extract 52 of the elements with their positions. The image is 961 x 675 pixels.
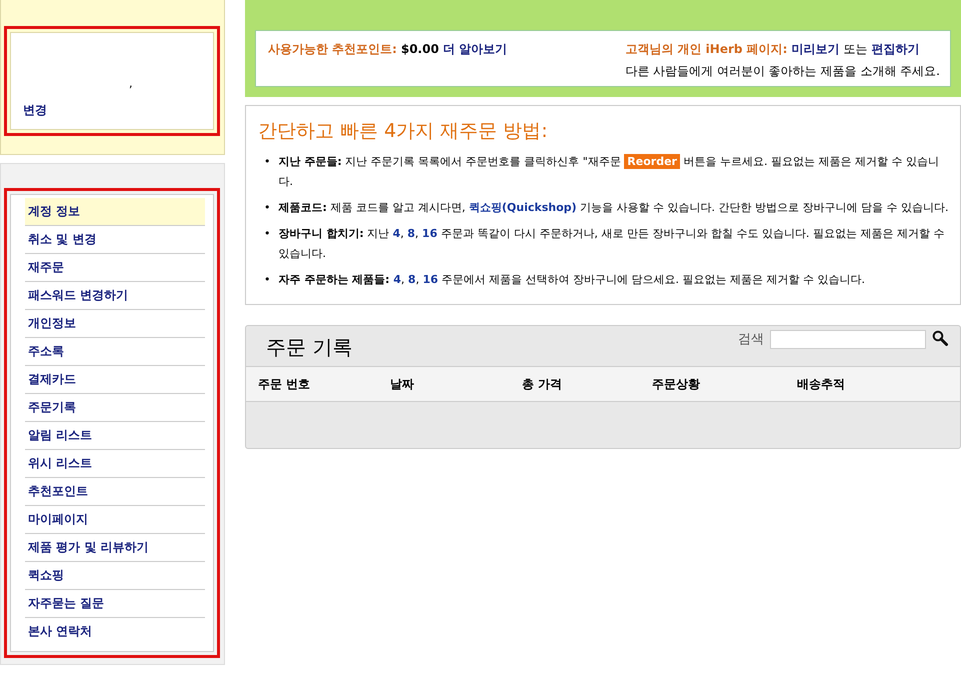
- nav-item[interactable]: 재주문: [25, 254, 205, 282]
- search-label: 검색: [738, 331, 764, 348]
- nav-item[interactable]: 주문기록: [25, 394, 205, 422]
- tip-link[interactable]: 4: [393, 273, 402, 286]
- reorder-title: 간단하고 빠른 4가지 재주문 방법:: [258, 119, 549, 144]
- nav-item[interactable]: 위시 리스트: [25, 450, 205, 478]
- nav-item[interactable]: 취소 및 변경: [25, 226, 205, 254]
- column-header: 주문상황: [652, 376, 701, 392]
- nav-item[interactable]: 결제카드: [25, 366, 205, 394]
- rewards-amount: $0.00: [400, 42, 439, 56]
- tip-link[interactable]: 16: [422, 273, 438, 286]
- search-icon[interactable]: [932, 330, 948, 346]
- nav-item[interactable]: 제품 평가 및 리뷰하기: [25, 534, 205, 562]
- reorder-badge: Reorder: [624, 154, 680, 169]
- order-history-title: 주문 기록: [266, 334, 352, 361]
- or-text: 또는: [843, 41, 868, 58]
- bullet-mark: •: [264, 200, 270, 216]
- change-link[interactable]: 변경: [23, 102, 201, 119]
- my-page-label: 고객님의 개인 iHerb 페이지:: [625, 41, 788, 58]
- tip-link[interactable]: 16: [422, 227, 438, 240]
- nav-item[interactable]: 패스워드 변경하기: [25, 282, 205, 310]
- search-field[interactable]: [770, 330, 926, 349]
- rewards-label: 사용가능한 추천포인트:: [268, 41, 397, 58]
- column-header: 총 가격: [522, 376, 564, 392]
- column-header: 날짜: [390, 376, 415, 392]
- nav-item[interactable]: 퀵쇼핑: [25, 562, 205, 590]
- edit-link[interactable]: 편집하기: [871, 41, 920, 58]
- nav-item[interactable]: 개인정보: [25, 310, 205, 338]
- nav-item[interactable]: 계정 정보: [25, 198, 205, 226]
- reorder-tip: 장바구니 합치기: 지난 4, 8, 16 주문과 똑같이 다시 주문하거나, 새로 만든 장바구니와 합칠 수도 있습니다. 필요없는 제품은 제거할 수 있습니다.: [278, 226, 946, 262]
- learn-more-link[interactable]: 더 알아보기: [442, 41, 508, 58]
- preview-link[interactable]: 미리보기: [791, 41, 840, 58]
- my-page-description: 다른 사람들에게 여러분이 좋아하는 제품을 소개해 주세요.: [625, 63, 940, 80]
- tip-link[interactable]: 8: [408, 273, 416, 286]
- comma-mark: ,: [129, 77, 132, 90]
- nav-item[interactable]: 본사 연락처: [25, 618, 205, 645]
- bullet-mark: •: [264, 272, 270, 288]
- nav-item[interactable]: 자주묻는 질문: [25, 590, 205, 618]
- tip-link[interactable]: 8: [407, 227, 416, 240]
- nav-item[interactable]: 주소록: [25, 338, 205, 366]
- reorder-tip: 제품코드: 제품 코드를 알고 계시다면, 퀵쇼핑(Quickshop) 기능을 사용할 수 있습니다. 간단한 방법으로 장바구니에 담을 수 있습니다.: [278, 200, 950, 216]
- nav-item[interactable]: 마이페이지: [25, 506, 205, 534]
- nav-item[interactable]: 추천포인트: [25, 478, 205, 506]
- column-header: 배송추적: [797, 376, 846, 392]
- bullet-mark: •: [264, 154, 270, 170]
- tip-link[interactable]: 4: [392, 227, 400, 240]
- reorder-tip: 지난 주문들: 지난 주문기록 목록에서 주문번호를 클릭하신후 "재주문 Reorder 버튼을 누르세요. 필요없는 제품은 제거할 수 있습니다.: [278, 153, 940, 190]
- column-header: 주문 번호: [258, 376, 312, 392]
- bullet-mark: •: [264, 226, 270, 242]
- tip-link[interactable]: 퀵쇼핑(Quickshop): [468, 201, 577, 214]
- reorder-tip: 자주 주문하는 제품들: 4, 8, 16 주문에서 제품을 선택하여 장바구니에 담으세요. 필요없는 제품은 제거할 수 있습니다.: [278, 272, 866, 288]
- nav-item[interactable]: 알림 리스트: [25, 422, 205, 450]
